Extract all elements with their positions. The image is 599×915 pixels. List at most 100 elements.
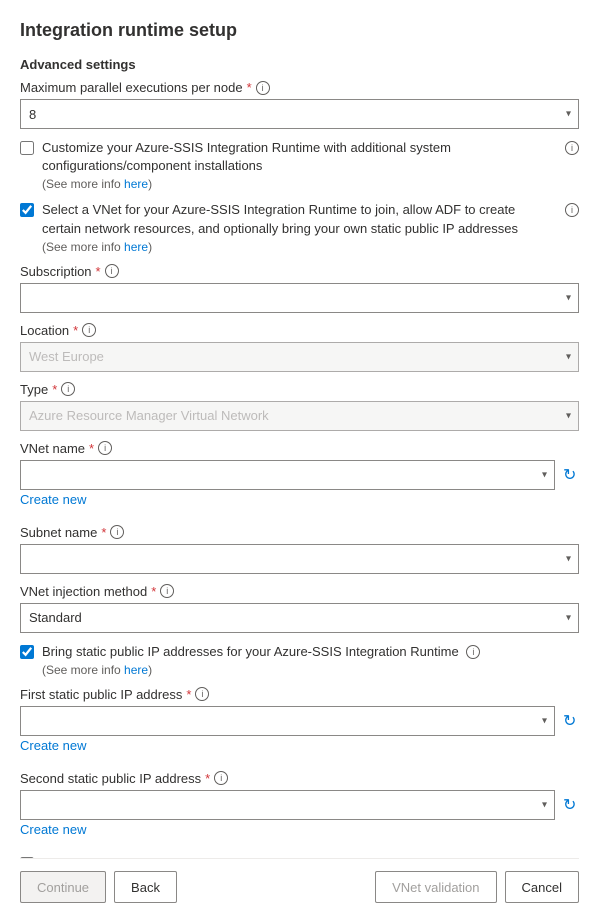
- continue-button[interactable]: Continue: [20, 871, 106, 903]
- second-ip-dropdown-inner: ▾: [20, 790, 555, 820]
- advanced-settings-header: Advanced settings: [20, 57, 579, 72]
- vnet-name-refresh-button[interactable]: ↻: [563, 465, 576, 485]
- subnet-name-label: Subnet name * i: [20, 525, 579, 540]
- subscription-info-icon[interactable]: i: [105, 264, 119, 278]
- first-ip-dropdown[interactable]: [20, 706, 555, 736]
- second-ip-dropdown[interactable]: [20, 790, 555, 820]
- vnet-see-more: (See more info here): [42, 240, 557, 254]
- first-ip-refresh-button[interactable]: ↻: [563, 711, 576, 731]
- static-ip-checkbox-content: Bring static public IP addresses for you…: [42, 643, 480, 677]
- static-ip-info-icon[interactable]: i: [466, 645, 480, 659]
- vnet-injection-field: VNet injection method * i Standard ▾: [20, 584, 579, 633]
- customize-checkbox[interactable]: [20, 141, 34, 155]
- location-label: Location * i: [20, 323, 579, 338]
- vnet-name-dropdown-inner: ▾: [20, 460, 555, 490]
- vnet-name-label: VNet name * i: [20, 441, 579, 456]
- first-ip-row: ▾ ↻: [20, 706, 579, 736]
- second-ip-label: Second static public IP address * i: [20, 771, 579, 786]
- vnet-injection-label: VNet injection method * i: [20, 584, 579, 599]
- second-ip-label-text: Second static public IP address: [20, 771, 201, 786]
- type-dropdown: Azure Resource Manager Virtual Network: [20, 401, 579, 431]
- subnet-name-label-text: Subnet name: [20, 525, 97, 540]
- static-ip-see-more-close: ): [148, 663, 152, 677]
- vnet-injection-info-icon[interactable]: i: [160, 584, 174, 598]
- vnet-see-more-text: (See more info: [42, 240, 124, 254]
- customize-see-more: (See more info here): [42, 177, 557, 191]
- second-ip-field: Second static public IP address * i ▾ ↻ …: [20, 771, 579, 847]
- vnet-name-dropdown-wrap: ▾: [20, 460, 555, 490]
- subscription-required-star: *: [96, 264, 101, 279]
- max-parallel-dropdown[interactable]: 8: [20, 99, 579, 129]
- static-ip-see-more-text: (See more info: [42, 663, 124, 677]
- vnet-name-dropdown[interactable]: [20, 460, 555, 490]
- type-label: Type * i: [20, 382, 579, 397]
- required-star: *: [247, 80, 252, 95]
- create-new-first-ip-link[interactable]: Create new: [20, 738, 86, 753]
- vnet-checkbox-label: Select a VNet for your Azure-SSIS Integr…: [42, 202, 518, 235]
- vnet-join-checkbox[interactable]: [20, 203, 34, 217]
- customize-see-more-text: (See more info: [42, 177, 124, 191]
- vnet-name-label-text: VNet name: [20, 441, 85, 456]
- second-ip-dropdown-wrap: ▾: [20, 790, 555, 820]
- vnet-injection-label-text: VNet injection method: [20, 584, 147, 599]
- first-ip-info-icon[interactable]: i: [195, 687, 209, 701]
- subnet-name-info-icon[interactable]: i: [110, 525, 124, 539]
- subnet-name-dropdown[interactable]: [20, 544, 579, 574]
- location-dropdown: West Europe: [20, 342, 579, 372]
- type-field: Type * i Azure Resource Manager Virtual …: [20, 382, 579, 431]
- subscription-label-text: Subscription: [20, 264, 92, 279]
- vnet-name-field: VNet name * i ▾ ↻ Create new: [20, 441, 579, 517]
- cancel-button[interactable]: Cancel: [505, 871, 579, 903]
- subnet-name-field: Subnet name * i ▾: [20, 525, 579, 574]
- first-ip-label-text: First static public IP address: [20, 687, 182, 702]
- second-ip-info-icon[interactable]: i: [214, 771, 228, 785]
- create-new-vnet-link[interactable]: Create new: [20, 492, 86, 507]
- type-required-star: *: [52, 382, 57, 397]
- type-info-icon[interactable]: i: [61, 382, 75, 396]
- second-ip-row: ▾ ↻: [20, 790, 579, 820]
- max-parallel-label-text: Maximum parallel executions per node: [20, 80, 243, 95]
- vnet-name-required-star: *: [89, 441, 94, 456]
- subnet-name-dropdown-wrap: ▾: [20, 544, 579, 574]
- create-new-second-ip-link[interactable]: Create new: [20, 822, 86, 837]
- location-field: Location * i West Europe ▾: [20, 323, 579, 372]
- max-parallel-label: Maximum parallel executions per node * i: [20, 80, 579, 95]
- second-ip-required-star: *: [205, 771, 210, 786]
- customize-see-more-close: ): [148, 177, 152, 191]
- vnet-checkbox-row: Select a VNet for your Azure-SSIS Integr…: [20, 201, 579, 253]
- first-ip-label: First static public IP address * i: [20, 687, 579, 702]
- first-ip-required-star: *: [186, 687, 191, 702]
- back-button[interactable]: Back: [114, 871, 177, 903]
- vnet-checkbox-content: Select a VNet for your Azure-SSIS Integr…: [42, 201, 557, 253]
- vnet-info-icon[interactable]: i: [565, 203, 579, 217]
- max-parallel-field: Maximum parallel executions per node * i…: [20, 80, 579, 129]
- page-title: Integration runtime setup: [20, 20, 579, 41]
- customize-info-icon[interactable]: i: [565, 141, 579, 155]
- location-info-icon[interactable]: i: [82, 323, 96, 337]
- vnet-injection-required-star: *: [151, 584, 156, 599]
- customize-checkbox-label: Customize your Azure-SSIS Integration Ru…: [42, 140, 451, 173]
- static-ip-here-link[interactable]: here: [124, 663, 148, 677]
- static-ip-checkbox[interactable]: [20, 645, 34, 659]
- vnet-here-link[interactable]: here: [124, 240, 148, 254]
- customize-checkbox-row: Customize your Azure-SSIS Integration Ru…: [20, 139, 579, 191]
- location-required-star: *: [73, 323, 78, 338]
- type-dropdown-wrap: Azure Resource Manager Virtual Network ▾: [20, 401, 579, 431]
- vnet-injection-dropdown[interactable]: Standard: [20, 603, 579, 633]
- vnet-validation-button[interactable]: VNet validation: [375, 871, 496, 903]
- static-ip-checkbox-label: Bring static public IP addresses for you…: [42, 644, 459, 659]
- location-dropdown-wrap: West Europe ▾: [20, 342, 579, 372]
- vnet-injection-dropdown-wrap: Standard ▾: [20, 603, 579, 633]
- first-ip-field: First static public IP address * i ▾ ↻ C…: [20, 687, 579, 763]
- static-ip-see-more: (See more info here): [42, 663, 480, 677]
- customize-here-link[interactable]: here: [124, 177, 148, 191]
- footer: Continue Back VNet validation Cancel: [20, 858, 579, 915]
- subscription-field: Subscription * i ▾: [20, 264, 579, 313]
- subscription-dropdown[interactable]: [20, 283, 579, 313]
- max-parallel-info-icon[interactable]: i: [256, 81, 270, 95]
- vnet-name-info-icon[interactable]: i: [98, 441, 112, 455]
- max-parallel-dropdown-wrap: 8 ▾: [20, 99, 579, 129]
- second-ip-refresh-button[interactable]: ↻: [563, 795, 576, 815]
- subnet-name-required-star: *: [101, 525, 106, 540]
- customize-checkbox-content: Customize your Azure-SSIS Integration Ru…: [42, 139, 557, 191]
